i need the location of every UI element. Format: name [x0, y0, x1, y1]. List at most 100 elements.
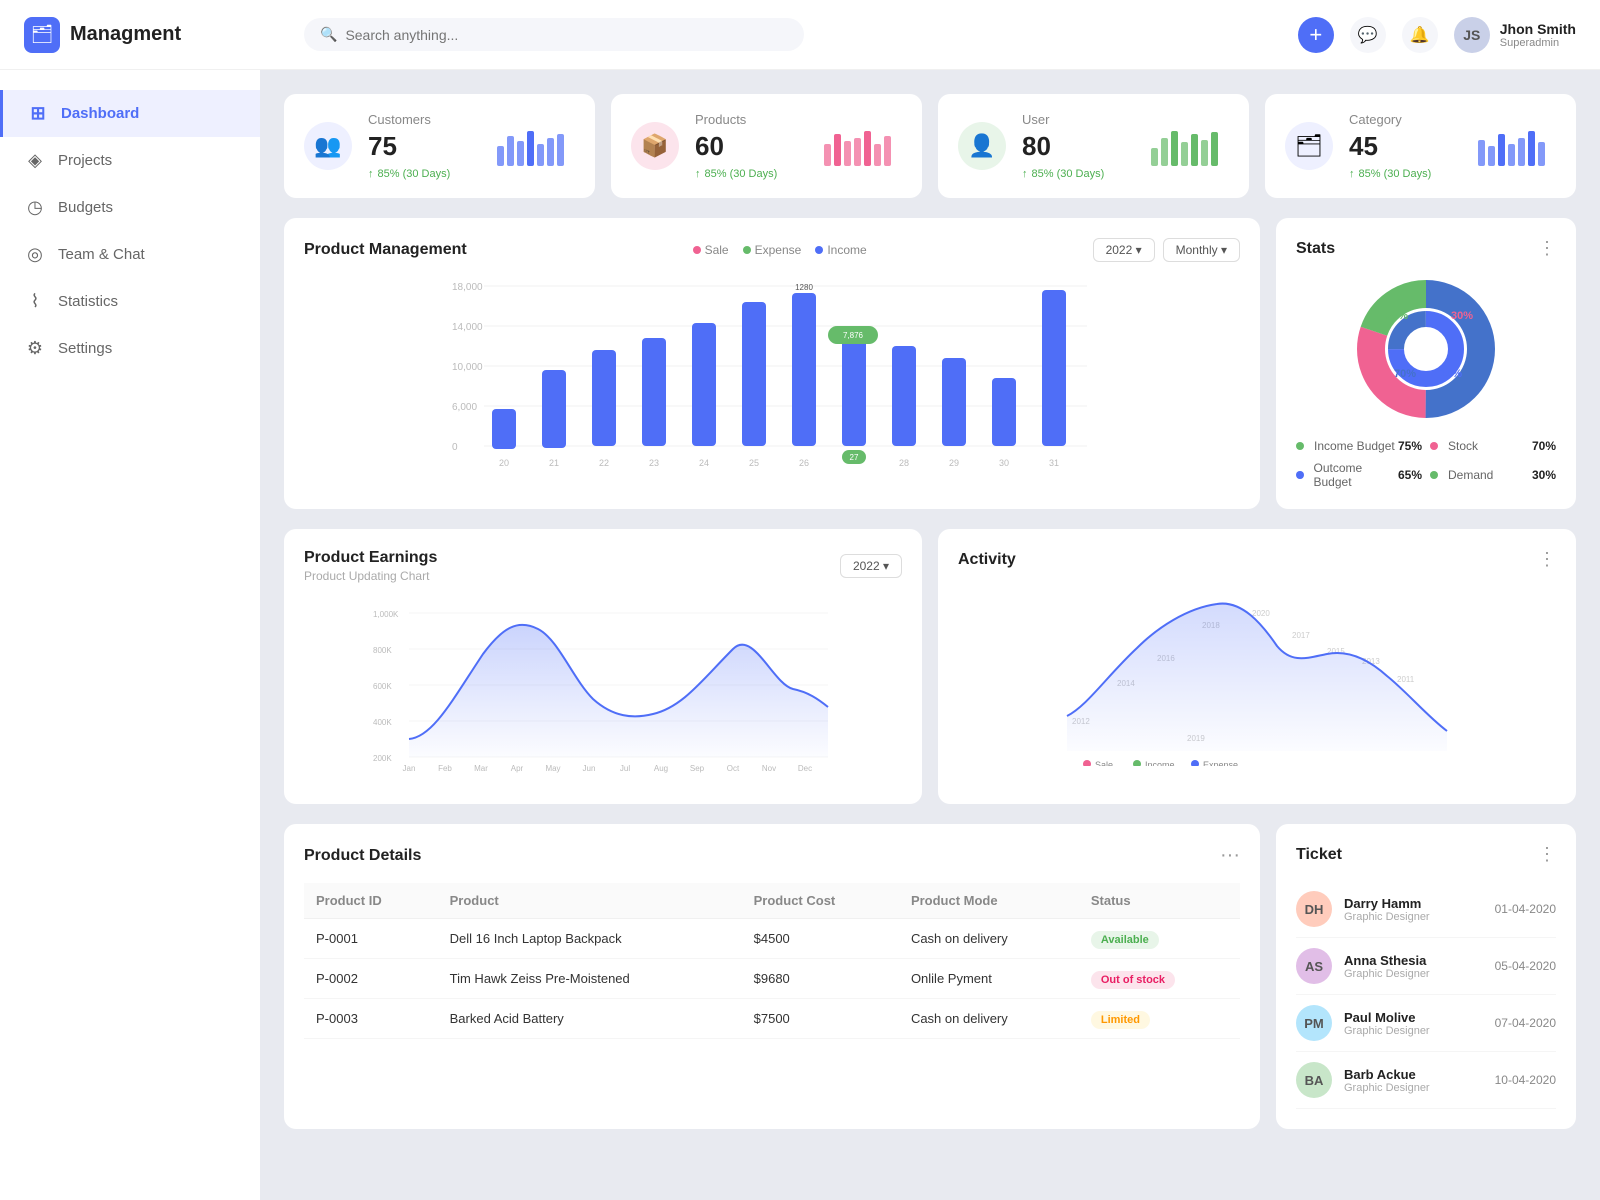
customers-value: 75 [368, 131, 479, 162]
svg-text:2020: 2020 [1252, 609, 1270, 618]
sidebar-item-team-chat[interactable]: ◎ Team & Chat [0, 231, 260, 278]
income-budget-val: 75% [1398, 439, 1422, 453]
sidebar-label-settings: Settings [58, 340, 112, 357]
activity-menu[interactable]: ⋮ [1538, 549, 1556, 570]
products-info: Products 60 ↑ 85% (30 Days) [695, 112, 806, 180]
notification-button[interactable]: 🔔 [1402, 17, 1438, 53]
chart-filters: 2022 ▾ Monthly ▾ [1093, 238, 1240, 262]
ticket-info-4: Barb Ackue Graphic Designer [1344, 1067, 1483, 1094]
sidebar-item-dashboard[interactable]: ⊞ Dashboard [0, 90, 260, 137]
customers-chart [495, 126, 575, 166]
products-badge: ↑ 85% (30 Days) [695, 168, 806, 180]
legend-income: Income [815, 243, 866, 257]
product-id-1: P-0001 [304, 919, 438, 959]
svg-text:20: 20 [499, 458, 509, 468]
topbar: 🗂 Managment 🔍 + 💬 🔔 JS Jhon Smith Supera… [0, 0, 1600, 70]
main-content: 👥 Customers 75 ↑ 85% (30 Days) [260, 70, 1600, 1200]
product-details-card: Product Details ··· Product ID Product P… [284, 824, 1260, 1129]
table-menu[interactable]: ··· [1220, 844, 1240, 867]
sidebar-label-team-chat: Team & Chat [58, 246, 145, 263]
sidebar-item-projects[interactable]: ◈ Projects [0, 137, 260, 184]
product-mode-3: Cash on delivery [899, 999, 1079, 1039]
settings-icon: ⚙ [24, 338, 46, 359]
customers-badge: ↑ 85% (30 Days) [368, 168, 479, 180]
category-badge: ↑ 85% (30 Days) [1349, 168, 1460, 180]
user-label: User [1022, 112, 1133, 127]
svg-text:Jun: Jun [583, 764, 596, 773]
stat-card-products: 📦 Products 60 ↑ 85% (30 Days) [611, 94, 922, 198]
up-icon: ↑ [1349, 168, 1355, 180]
svg-text:27: 27 [850, 453, 859, 462]
sidebar-item-budgets[interactable]: ◷ Budgets [0, 184, 260, 231]
logo-icon: 🗂 [24, 17, 60, 53]
stat-card-customers: 👥 Customers 75 ↑ 85% (30 Days) [284, 94, 595, 198]
customers-info: Customers 75 ↑ 85% (30 Days) [368, 112, 479, 180]
search-input[interactable] [345, 27, 788, 43]
svg-text:Expense: Expense [1203, 760, 1238, 766]
year-filter[interactable]: 2022 ▾ [1093, 238, 1155, 262]
chat-icon: ◎ [24, 244, 46, 265]
svg-text:0: 0 [452, 442, 458, 453]
svg-text:14,000: 14,000 [452, 322, 483, 333]
sidebar-item-settings[interactable]: ⚙ Settings [0, 325, 260, 372]
svg-text:30: 30 [999, 458, 1009, 468]
user-info: JS Jhon Smith Superadmin [1454, 17, 1576, 53]
ticket-item-1: DH Darry Hamm Graphic Designer 01-04-202… [1296, 881, 1556, 938]
demand-val: 30% [1532, 468, 1556, 482]
projects-icon: ◈ [24, 150, 46, 171]
svg-text:31: 31 [1049, 458, 1059, 468]
stats-header: Stats ⋮ [1296, 238, 1556, 259]
ticket-name-4: Barb Ackue [1344, 1067, 1483, 1082]
product-cost-3: $7500 [742, 999, 899, 1039]
product-name-1: Dell 16 Inch Laptop Backpack [438, 919, 742, 959]
ticket-role-4: Graphic Designer [1344, 1082, 1483, 1094]
col-cost: Product Cost [742, 883, 899, 919]
table-row: P-0001 Dell 16 Inch Laptop Backpack $450… [304, 919, 1240, 959]
svg-text:30%: 30% [1451, 310, 1473, 322]
table-row: P-0003 Barked Acid Battery $7500 Cash on… [304, 999, 1240, 1039]
user-chart [1149, 126, 1229, 166]
sidebar-label-budgets: Budgets [58, 199, 113, 216]
user-value: 80 [1022, 131, 1133, 162]
chat-button[interactable]: 💬 [1350, 17, 1386, 53]
svg-text:26: 26 [799, 458, 809, 468]
stock-label: Stock [1430, 439, 1478, 453]
avatar: JS [1454, 17, 1490, 53]
sidebar-label-statistics: Statistics [58, 293, 118, 310]
earnings-titles: Product Earnings Product Updating Chart [304, 549, 437, 583]
svg-text:Feb: Feb [438, 764, 452, 773]
svg-text:Jan: Jan [403, 764, 416, 773]
ticket-date-4: 10-04-2020 [1495, 1073, 1556, 1087]
earnings-year-filter[interactable]: 2022 ▾ [840, 554, 902, 578]
month-filter[interactable]: Monthly ▾ [1163, 238, 1240, 262]
ticket-header-row: Ticket ⋮ [1296, 844, 1556, 865]
ticket-name-1: Darry Hamm [1344, 896, 1483, 911]
svg-text:10,000: 10,000 [452, 362, 483, 373]
product-id-2: P-0002 [304, 959, 438, 999]
svg-text:2011: 2011 [1397, 675, 1415, 684]
sidebar-item-statistics[interactable]: ⌇ Statistics [0, 278, 260, 325]
middle-row: Product Management Sale Expense Income 2… [284, 218, 1576, 509]
ticket-name-3: Paul Molive [1344, 1010, 1483, 1025]
category-chart [1476, 126, 1556, 166]
ticket-item-4: BA Barb Ackue Graphic Designer 10-04-202… [1296, 1052, 1556, 1109]
ticket-date-1: 01-04-2020 [1495, 902, 1556, 916]
logo-area: 🗂 Managment [24, 17, 284, 53]
svg-text:May: May [545, 764, 560, 773]
legend-sale: Sale [693, 243, 729, 257]
earnings-subtitle: Product Updating Chart [304, 569, 437, 583]
product-name-3: Barked Acid Battery [438, 999, 742, 1039]
product-management-card: Product Management Sale Expense Income 2… [284, 218, 1260, 509]
svg-text:1280: 1280 [795, 283, 813, 292]
earnings-chart-header: Product Earnings Product Updating Chart … [304, 549, 902, 583]
svg-text:Apr: Apr [511, 764, 524, 773]
add-button[interactable]: + [1298, 17, 1334, 53]
ticket-role-2: Graphic Designer [1344, 968, 1483, 980]
products-value: 60 [695, 131, 806, 162]
table-ticket-row: Product Details ··· Product ID Product P… [284, 824, 1576, 1129]
ticket-menu[interactable]: ⋮ [1538, 844, 1556, 865]
svg-text:Income: Income [1145, 760, 1175, 766]
stats-menu[interactable]: ⋮ [1538, 238, 1556, 259]
user-details: Jhon Smith Superadmin [1500, 21, 1576, 49]
search-bar[interactable]: 🔍 [304, 18, 804, 51]
